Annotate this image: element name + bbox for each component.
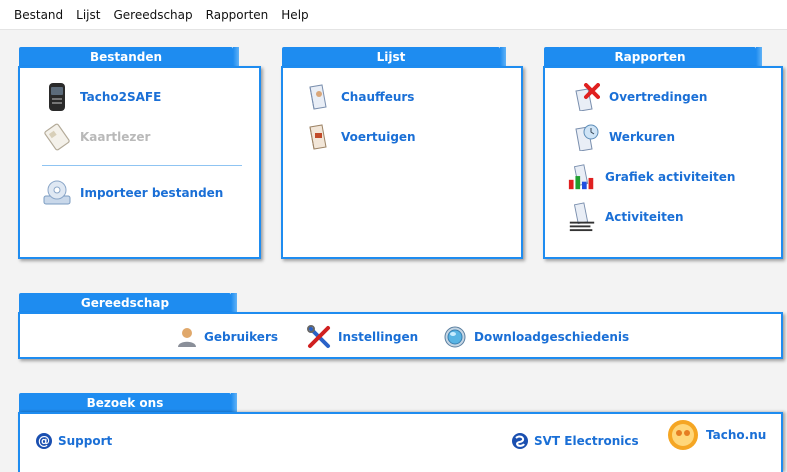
tacho-device-icon <box>42 82 72 112</box>
at-sign-icon: @ <box>34 426 54 456</box>
main-content: Bestanden Tacho2SAFE Kaartlezer Importee… <box>0 31 787 472</box>
bestanden-title: Bestanden <box>89 50 163 64</box>
downloadgeschiedenis-button[interactable]: Downloadgeschiedenis <box>442 322 629 352</box>
work-hours-icon <box>571 122 601 152</box>
card-reader-icon <box>42 122 72 152</box>
svg-text:@: @ <box>38 434 50 448</box>
importeer-bestanden-button[interactable]: Importeer bestanden <box>42 178 223 208</box>
svt-logo-icon <box>510 426 530 456</box>
menu-bar: Bestand Lijst Gereedschap Rapporten Help <box>0 0 787 30</box>
menu-lijst[interactable]: Lijst <box>76 8 100 22</box>
tacho-nu-logo-icon <box>666 418 700 452</box>
instellingen-label: Instellingen <box>338 330 419 344</box>
violation-icon <box>571 82 601 112</box>
tacho2safe-label: Tacho2SAFE <box>80 90 162 104</box>
downloadgeschiedenis-label: Downloadgeschiedenis <box>474 330 630 344</box>
rapporten-title: Rapporten <box>614 50 686 64</box>
bezoek-ons-title: Bezoek ons <box>86 396 164 410</box>
svt-electronics-label: SVT Electronics <box>534 434 639 448</box>
rapporten-tab: Rapporten <box>544 47 762 67</box>
activiteiten-label: Activiteiten <box>605 210 684 224</box>
overtredingen-button[interactable]: Overtredingen <box>571 82 707 112</box>
gereedschap-title: Gereedschap <box>80 296 170 310</box>
menu-rapporten[interactable]: Rapporten <box>206 8 269 22</box>
import-disk-icon <box>42 178 72 208</box>
bestanden-panel: Tacho2SAFE Kaartlezer Importeer bestande… <box>18 66 261 259</box>
chauffeurs-button[interactable]: Chauffeurs <box>303 82 414 112</box>
activities-icon <box>567 202 597 232</box>
kaartlezer-button[interactable]: Kaartlezer <box>42 122 150 152</box>
tools-icon <box>306 322 332 352</box>
bestanden-divider <box>42 165 242 166</box>
driver-book-icon <box>303 82 333 112</box>
menu-gereedschap[interactable]: Gereedschap <box>113 8 192 22</box>
vehicle-book-icon <box>303 122 333 152</box>
chauffeurs-label: Chauffeurs <box>341 90 415 104</box>
grafiek-activiteiten-button[interactable]: Grafiek activiteiten <box>567 162 735 192</box>
tacho-nu-label: Tacho.nu <box>706 428 767 442</box>
tacho-nu-link[interactable]: Tacho.nu <box>666 418 766 452</box>
voertuigen-button[interactable]: Voertuigen <box>303 122 416 152</box>
bestanden-tab: Bestanden <box>19 47 239 67</box>
lijst-tab: Lijst <box>282 47 506 67</box>
importeer-bestanden-label: Importeer bestanden <box>80 186 224 200</box>
werkuren-button[interactable]: Werkuren <box>571 122 675 152</box>
instellingen-button[interactable]: Instellingen <box>306 322 418 352</box>
overtredingen-label: Overtredingen <box>609 90 708 104</box>
lijst-title: Lijst <box>376 50 406 64</box>
lijst-panel: Chauffeurs Voertuigen <box>281 66 523 259</box>
menu-bestand[interactable]: Bestand <box>14 8 63 22</box>
user-icon <box>176 322 198 352</box>
grafiek-activiteiten-label: Grafiek activiteiten <box>605 170 736 184</box>
activity-chart-icon <box>567 162 597 192</box>
gereedschap-tab: Gereedschap <box>19 293 237 313</box>
bezoek-ons-tab: Bezoek ons <box>19 393 237 413</box>
gebruikers-button[interactable]: Gebruikers <box>176 322 278 352</box>
tacho2safe-button[interactable]: Tacho2SAFE <box>42 82 161 112</box>
werkuren-label: Werkuren <box>609 130 675 144</box>
download-history-icon <box>442 322 468 352</box>
activiteiten-button[interactable]: Activiteiten <box>567 202 684 232</box>
gebruikers-label: Gebruikers <box>204 330 279 344</box>
kaartlezer-label: Kaartlezer <box>80 130 151 144</box>
support-link[interactable]: @ Support <box>34 426 112 456</box>
bezoek-ons-panel: @ Support SVT Electronics Tacho.nu <box>18 412 783 472</box>
support-label: Support <box>58 434 113 448</box>
svt-electronics-link[interactable]: SVT Electronics <box>510 426 639 456</box>
rapporten-panel: Overtredingen Werkuren Grafiek activitei… <box>543 66 783 259</box>
gereedschap-panel: Gebruikers Instellingen Downloadgeschied… <box>18 312 783 359</box>
voertuigen-label: Voertuigen <box>341 130 416 144</box>
menu-help[interactable]: Help <box>281 8 308 22</box>
